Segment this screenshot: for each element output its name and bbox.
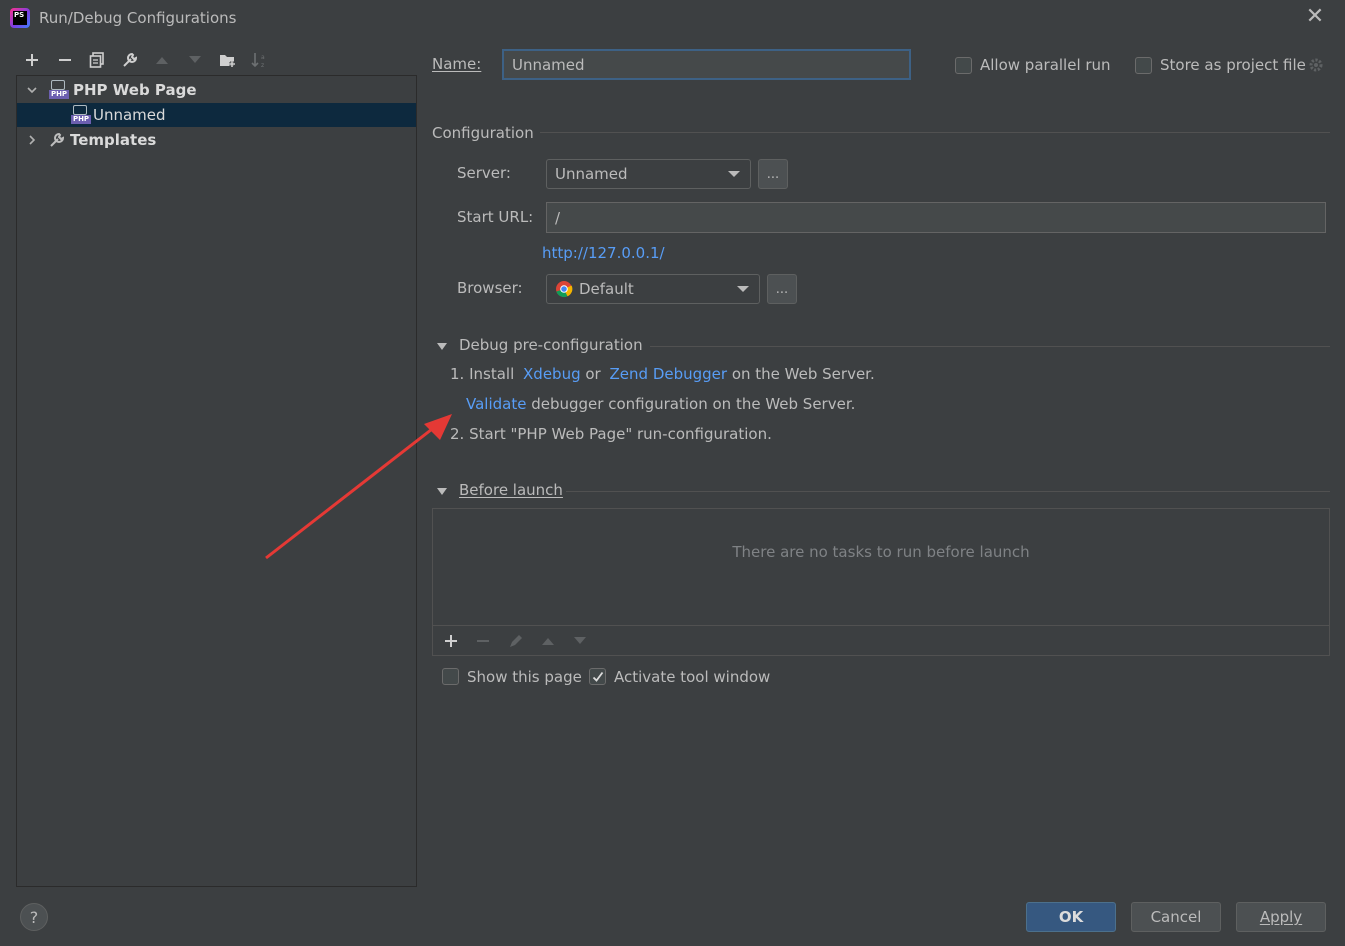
server-more-button[interactable]: ... (758, 159, 788, 189)
wrench-icon[interactable] (119, 49, 141, 71)
tree-item-label: Unnamed (93, 106, 166, 124)
resolved-url-link[interactable]: http://127.0.0.1/ (542, 244, 665, 262)
php-web-page-icon: PHP (71, 105, 91, 125)
allow-parallel-run-checkbox[interactable] (955, 57, 972, 74)
collapse-triangle-icon[interactable] (437, 488, 447, 495)
phpstorm-app-icon: PS (10, 8, 30, 28)
gear-icon[interactable] (1307, 56, 1325, 74)
browser-more-button[interactable]: ... (767, 274, 797, 304)
tree-item-label: PHP Web Page (73, 81, 197, 99)
debug-preconfig-separator (650, 346, 1330, 347)
wrench-icon (48, 131, 66, 149)
step1-prefix: 1. Install (450, 365, 515, 383)
chevron-right-icon[interactable] (25, 133, 39, 147)
tree-item-templates[interactable]: Templates (17, 128, 416, 152)
server-label: Server: (457, 164, 511, 182)
title-bar: PS Run/Debug Configurations ✕ (0, 0, 1345, 38)
edit-pencil-icon[interactable] (506, 631, 526, 651)
annotation-arrowhead (424, 414, 452, 440)
start-url-label: Start URL: (457, 208, 534, 226)
or-text: or (585, 365, 601, 383)
show-this-page-label: Show this page (467, 668, 582, 686)
validate-link[interactable]: Validate (466, 395, 526, 413)
move-up-icon[interactable] (538, 631, 558, 651)
add-icon[interactable] (441, 631, 461, 651)
remove-icon[interactable] (473, 631, 493, 651)
chevron-down-icon (737, 286, 749, 292)
debug-step-1: 1. Install Xdebug or Zend Debugger on th… (450, 365, 875, 383)
move-down-icon[interactable] (184, 49, 206, 71)
apply-button[interactable]: Apply (1236, 902, 1326, 932)
before-launch-title[interactable]: Before launch (459, 481, 563, 499)
before-launch-empty-text: There are no tasks to run before launch (732, 543, 1030, 561)
allow-parallel-run-label: Allow parallel run (980, 56, 1111, 74)
name-input[interactable]: Unnamed (502, 49, 911, 80)
sort-icon[interactable]: az (249, 49, 271, 71)
browser-label: Browser: (457, 279, 523, 297)
debug-preconfig-title[interactable]: Debug pre-configuration (459, 336, 643, 354)
svg-text:z: z (261, 62, 264, 68)
configurations-tree[interactable]: PHP PHP Web Page PHP Unnamed Templates (16, 75, 417, 887)
help-button[interactable]: ? (20, 903, 48, 931)
move-up-icon[interactable] (151, 49, 173, 71)
validate-suffix: debugger configuration on the Web Server… (531, 395, 856, 413)
configuration-separator (540, 132, 1330, 133)
store-as-project-file-checkbox[interactable] (1135, 57, 1152, 74)
configuration-section-title: Configuration (432, 124, 534, 142)
xdebug-link[interactable]: Xdebug (523, 365, 581, 383)
window-title: Run/Debug Configurations (39, 9, 237, 27)
tree-item-unnamed[interactable]: PHP Unnamed (17, 103, 416, 127)
activate-tool-window-label: Activate tool window (614, 668, 771, 686)
tree-item-label: Templates (70, 131, 157, 149)
show-this-page-checkbox[interactable] (442, 668, 459, 685)
step1-suffix: on the Web Server. (731, 365, 875, 383)
server-dropdown[interactable]: Unnamed (546, 159, 751, 189)
store-as-project-file-label: Store as project file (1160, 56, 1306, 74)
zend-debugger-link[interactable]: Zend Debugger (610, 365, 728, 383)
new-folder-icon[interactable] (217, 49, 239, 71)
browser-dropdown[interactable]: Default (546, 274, 760, 304)
svg-text:a: a (261, 54, 265, 61)
debug-step-2: 2. Start "PHP Web Page" run-configuratio… (450, 425, 772, 443)
remove-icon[interactable] (54, 49, 76, 71)
ok-button[interactable]: OK (1026, 902, 1116, 932)
before-launch-separator (566, 491, 1330, 492)
before-launch-toolbar (433, 625, 1329, 655)
move-down-icon[interactable] (570, 631, 590, 651)
close-icon[interactable]: ✕ (1304, 6, 1326, 28)
browser-dropdown-value: Default (579, 280, 634, 298)
debug-validate-line: Validate debugger configuration on the W… (466, 395, 855, 413)
copy-icon[interactable] (86, 49, 108, 71)
cancel-button[interactable]: Cancel (1131, 902, 1221, 932)
app-icon-text: PS (13, 11, 27, 25)
activate-tool-window-checkbox[interactable] (589, 668, 606, 685)
chevron-down-icon (728, 171, 740, 177)
start-url-input[interactable]: / (546, 202, 1326, 233)
collapse-triangle-icon[interactable] (437, 343, 447, 350)
before-launch-task-list[interactable]: There are no tasks to run before launch (432, 508, 1330, 656)
chrome-icon (555, 280, 573, 298)
server-dropdown-value: Unnamed (555, 165, 628, 183)
checkmark-icon (592, 671, 603, 682)
name-label: Name: (432, 55, 482, 73)
tree-item-php-web-page[interactable]: PHP PHP Web Page (17, 78, 416, 102)
chevron-down-icon[interactable] (25, 83, 39, 97)
add-icon[interactable] (21, 49, 43, 71)
php-web-page-icon: PHP (49, 80, 69, 100)
